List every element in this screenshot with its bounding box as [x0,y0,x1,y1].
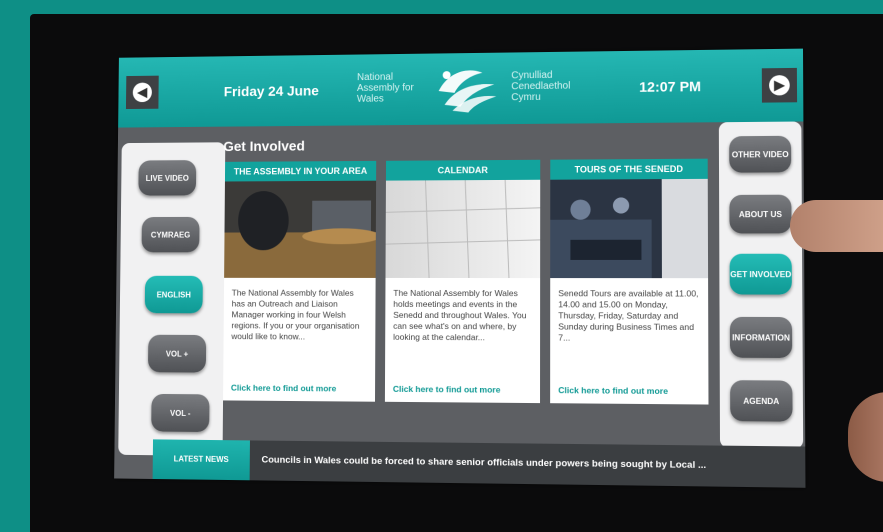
card-link[interactable]: Click here to find out more [385,384,540,403]
kiosk-screen: ◀ Friday 24 June National Assembly for W… [114,48,806,488]
card-calendar[interactable]: CALENDAR The National Assembly for Wales… [384,159,541,404]
chevron-left-icon: ◀ [132,82,152,103]
left-nav-panel: LIVE VIDEO CYMRAEG ENGLISH VOL + VOL - [118,142,226,457]
news-headline[interactable]: Councils in Wales could be forced to sha… [261,455,706,472]
date-label: Friday 24 June [223,82,319,100]
pointing-finger [790,200,883,252]
latest-news-tab[interactable]: LATEST NEWS [152,439,250,481]
page-title: Get Involved [223,137,305,155]
time-label: 12:07 PM [639,78,702,95]
card-senedd-tours[interactable]: TOURS OF THE SENEDD Senedd Tours are ava… [550,158,709,405]
assembly-logo-icon [438,70,497,113]
live-video-button[interactable]: LIVE VIDEO [138,160,197,196]
card-text: The National Assembly for Wales has an O… [231,287,360,342]
next-button[interactable]: ▶ [761,67,798,103]
card-heading: TOURS OF THE SENEDD [550,158,708,180]
card-link[interactable]: Click here to find out more [550,385,708,405]
get-involved-button[interactable]: GET INVOLVED [729,253,792,295]
header-bar: ◀ Friday 24 June National Assembly for W… [118,48,804,128]
prev-button[interactable]: ◀ [125,75,159,110]
card-link[interactable]: Click here to find out more [223,383,375,402]
card-heading: CALENDAR [385,159,541,181]
right-nav-panel: OTHER VIDEO ABOUT US GET INVOLVED INFORM… [718,121,804,449]
photo-background: ◀ Friday 24 June National Assembly for W… [0,0,883,532]
english-button[interactable]: ENGLISH [144,275,203,314]
about-us-button[interactable]: ABOUT US [729,194,792,234]
cymraeg-button[interactable]: CYMRAEG [141,216,200,253]
volume-down-button[interactable]: VOL - [151,393,210,433]
volume-up-button[interactable]: VOL + [147,334,207,373]
meeting-photo [224,180,377,278]
card-text: The National Assembly for Wales holds me… [393,287,527,343]
other-video-button[interactable]: OTHER VIDEO [729,135,792,173]
agenda-button[interactable]: AGENDA [730,380,793,422]
org-name-english: National Assembly for Wales [356,71,414,105]
card-heading: THE ASSEMBLY IN YOUR AREA [224,160,377,182]
card-assembly-area[interactable]: THE ASSEMBLY IN YOUR AREA The National A… [223,160,377,402]
org-name-welsh: Cynulliad Cenedlaethol Cymru [511,69,571,104]
information-button[interactable]: INFORMATION [729,316,793,359]
tour-photo [550,178,709,279]
card-text: Senedd Tours are available at 11.00, 14.… [558,288,699,343]
calendar-photo [385,179,541,279]
chevron-right-icon: ▶ [769,75,790,96]
